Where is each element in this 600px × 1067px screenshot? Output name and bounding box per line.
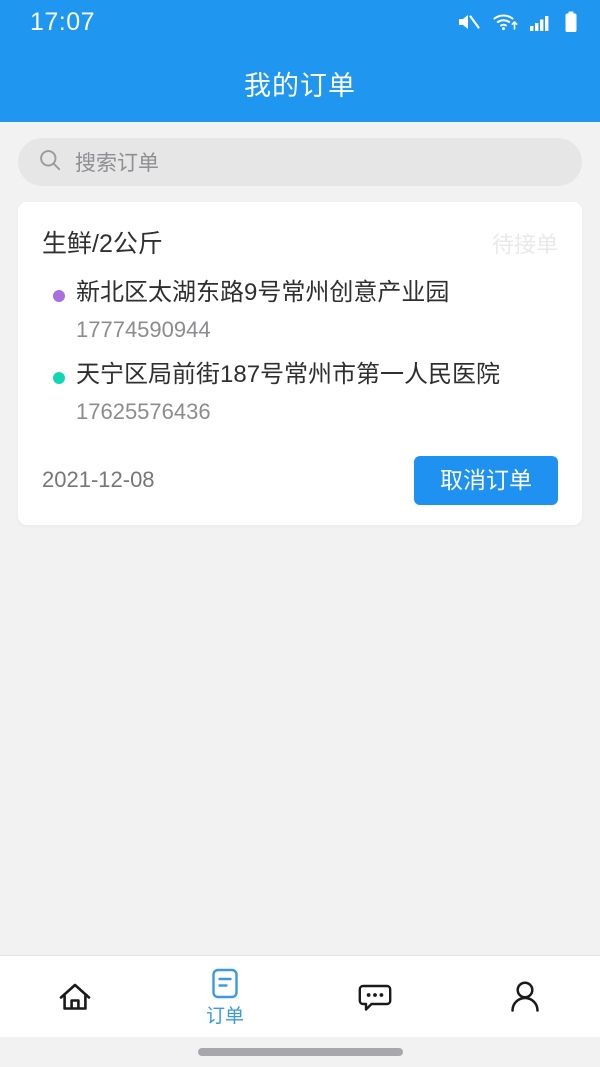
home-indicator-area: [0, 1037, 600, 1067]
page-title: 我的订单: [244, 70, 356, 101]
search-input[interactable]: 搜索订单: [75, 147, 159, 177]
mute-icon: [457, 12, 481, 32]
tab-home[interactable]: [0, 956, 150, 1037]
wifi-icon: [492, 12, 518, 32]
dropoff-address: 天宁区局前街187号常州市第一人民医院: [76, 360, 501, 388]
search-bar[interactable]: 搜索订单: [18, 138, 582, 186]
address-list: 新北区太湖东路9号常州创意产业园 17774590944 天宁区局前街187号常…: [42, 276, 558, 428]
tab-orders-label: 订单: [205, 1006, 244, 1027]
person-icon: [507, 978, 543, 1016]
dropoff-address-text: 天宁区局前街187号常州市第一人民医院 17625576436: [76, 358, 558, 428]
order-card[interactable]: 生鲜/2公斤 待接单 新北区太湖东路9号常州创意产业园 17774590944: [18, 202, 582, 525]
order-date: 2021-12-08: [42, 467, 155, 493]
pickup-address-row: 新北区太湖东路9号常州创意产业园 17774590944: [42, 276, 558, 346]
app-screen: 17:07 我的订单 搜索订单 生鲜/2公斤 待接单 新北区太湖东路9号常州创意…: [0, 0, 600, 1067]
pickup-dot-icon: [53, 290, 65, 302]
chat-bubble-icon: [356, 980, 394, 1014]
dropoff-dot-icon: [53, 371, 65, 384]
title-bar: 我的订单: [0, 44, 600, 122]
page-content: 搜索订单 生鲜/2公斤 待接单 新北区太湖东路9号常州创意产业园 1777459…: [0, 122, 600, 955]
pickup-phone: 17774590944: [76, 316, 211, 342]
order-title: 生鲜/2公斤: [42, 230, 163, 258]
pickup-bullet-wrap: [42, 276, 76, 302]
order-card-header: 生鲜/2公斤 待接单: [42, 224, 558, 260]
search-icon: [38, 148, 62, 177]
signal-icon: [529, 12, 553, 32]
tab-messages[interactable]: [300, 956, 450, 1037]
app-header: 17:07 我的订单: [0, 0, 600, 122]
order-card-footer: 2021-12-08 取消订单: [42, 455, 558, 505]
dropoff-address-row: 天宁区局前街187号常州市第一人民医院 17625576436: [42, 358, 558, 428]
pickup-address-text: 新北区太湖东路9号常州创意产业园 17774590944: [76, 276, 558, 346]
cancel-order-button[interactable]: 取消订单: [414, 455, 558, 505]
battery-icon: [564, 11, 578, 33]
dropoff-bullet-wrap: [42, 358, 76, 384]
status-icons: [457, 11, 578, 33]
document-icon: [208, 967, 242, 1003]
pickup-address: 新北区太湖东路9号常州创意产业园: [76, 279, 450, 306]
home-icon: [56, 978, 94, 1016]
home-indicator[interactable]: [197, 1048, 403, 1056]
status-bar: 17:07: [0, 0, 600, 44]
bottom-nav: 订单: [0, 955, 600, 1037]
tab-profile[interactable]: [450, 956, 600, 1037]
dropoff-phone: 17625576436: [76, 398, 211, 424]
status-time: 17:07: [30, 7, 96, 36]
tab-orders[interactable]: 订单: [150, 956, 300, 1037]
status-badge: 待接单: [491, 232, 558, 257]
